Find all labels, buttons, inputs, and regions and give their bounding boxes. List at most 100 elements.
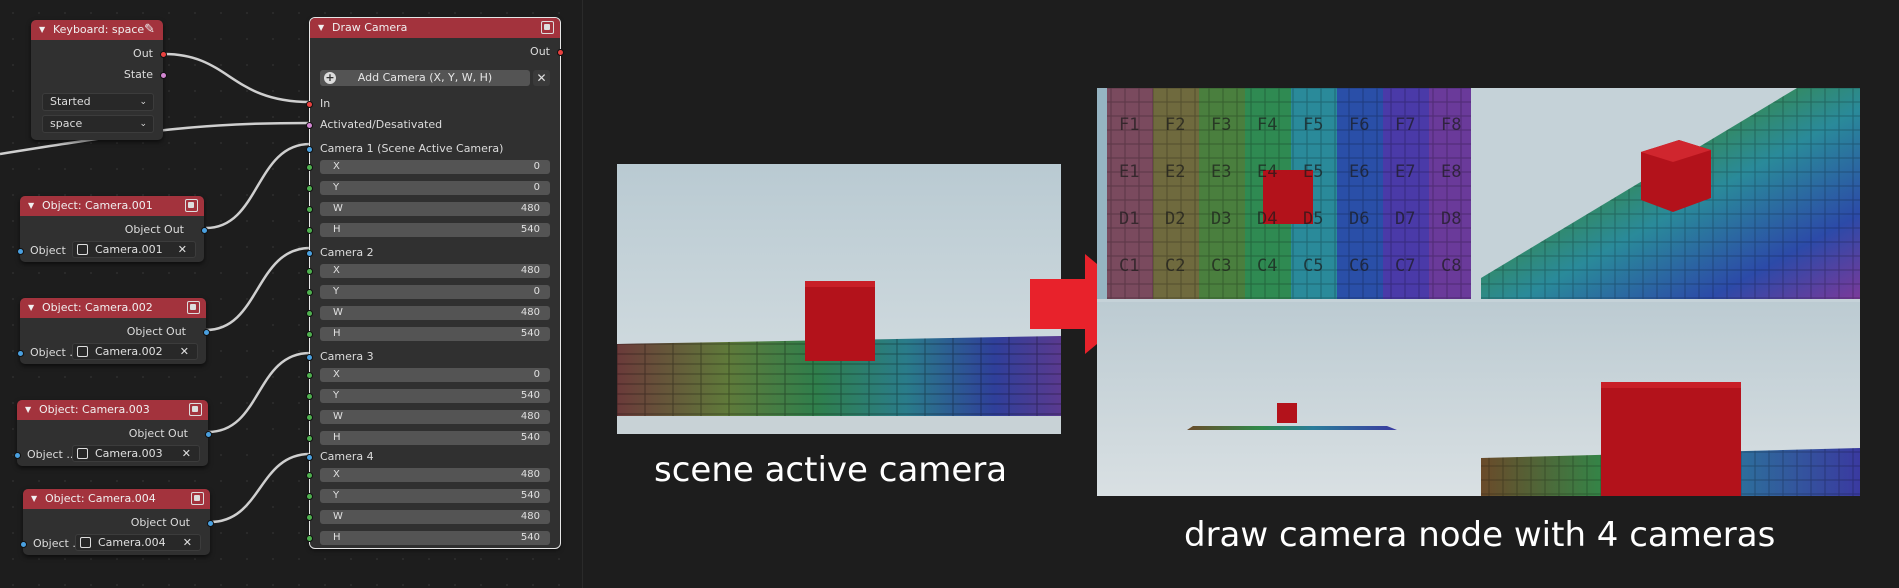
camera-object-node[interactable]: ▼ Object: Camera.004 Object Out Object .… <box>20 489 214 555</box>
camera-node-header[interactable]: ▼ Object: Camera.003 <box>17 400 208 420</box>
field-value: 540 <box>520 490 540 501</box>
field-key: X <box>333 369 340 380</box>
value-socket[interactable] <box>306 185 313 192</box>
camera-value-field[interactable]: X 480 <box>320 468 550 482</box>
camera-value-field[interactable]: Y0 <box>320 181 550 195</box>
collapse-icon[interactable]: ▼ <box>28 298 34 318</box>
value-socket[interactable] <box>306 493 313 500</box>
draw-camera-out-socket[interactable] <box>557 49 564 56</box>
value-socket[interactable] <box>306 289 313 296</box>
value-socket[interactable] <box>306 414 313 421</box>
camera-node-header[interactable]: ▼ Object: Camera.002 <box>20 298 206 318</box>
camera-value-field[interactable]: Y 540 <box>320 389 550 403</box>
value-socket[interactable] <box>306 310 313 317</box>
keyboard-node-header[interactable]: ▼ Keyboard: space ✎ <box>31 20 163 40</box>
camera-3-view <box>1097 302 1481 496</box>
object-out-socket[interactable] <box>203 329 210 336</box>
camera-value-field[interactable]: X0 <box>320 368 550 382</box>
camera-input-socket[interactable] <box>306 454 313 461</box>
camera-node-title: Object: Camera.001 <box>42 199 153 212</box>
camera-node-header[interactable]: ▼ Object: Camera.001 <box>20 196 204 216</box>
camera-object-node[interactable]: ▼ Object: Camera.003 Object Out Object .… <box>14 400 212 466</box>
value-socket[interactable] <box>306 164 313 171</box>
camera-value-field[interactable]: X0 <box>320 160 550 174</box>
draw-camera-header[interactable]: ▼ Draw Camera <box>310 18 560 38</box>
field-key: H <box>333 432 341 443</box>
keyboard-node[interactable]: ▼ Keyboard: space ✎ Out State Started ⌄ … <box>31 20 167 140</box>
add-camera-button[interactable]: + Add Camera (X, Y, W, H) <box>320 70 530 86</box>
camera-2-view <box>1481 88 1860 299</box>
camera-input-socket[interactable] <box>306 250 313 257</box>
object-field[interactable]: Camera.001 ✕ <box>72 241 196 258</box>
object-field[interactable]: Camera.003 ✕ <box>72 445 200 462</box>
key-dropdown[interactable]: space ⌄ <box>42 115 154 133</box>
value-socket[interactable] <box>306 206 313 213</box>
camera-value-field[interactable]: X 480 <box>320 264 550 278</box>
value-socket[interactable] <box>306 535 313 542</box>
value-socket[interactable] <box>306 227 313 234</box>
draw-camera-out-label: Out <box>530 45 550 58</box>
field-value: 0 <box>533 161 540 172</box>
activated-socket[interactable] <box>306 122 313 129</box>
clear-icon[interactable]: ✕ <box>178 242 187 257</box>
camera-value-field[interactable]: W 480 <box>320 510 550 524</box>
grid-label: F1 <box>1119 115 1139 135</box>
object-out-socket[interactable] <box>201 227 208 234</box>
camera-object-node[interactable]: ▼ Object: Camera.001 Object Out Object C… <box>17 196 208 262</box>
camera-value-field[interactable]: W 480 <box>320 306 550 320</box>
draw-camera-node[interactable]: ▼ Draw Camera Out + Add Camera (X, Y, W,… <box>306 17 564 549</box>
collapse-icon[interactable]: ▼ <box>25 400 31 420</box>
object-icon <box>77 448 88 459</box>
camera-value-field[interactable]: H 540 <box>320 223 550 237</box>
clear-icon[interactable]: ✕ <box>180 344 189 359</box>
camera-value-field[interactable]: H 540 <box>320 327 550 341</box>
camera-value-field[interactable]: Y0 <box>320 285 550 299</box>
camera-value-field[interactable]: H 540 <box>320 531 550 545</box>
remove-camera-button[interactable]: ✕ <box>533 70 550 86</box>
value-socket[interactable] <box>306 514 313 521</box>
camera-input-socket[interactable] <box>306 354 313 361</box>
pencil-icon[interactable]: ✎ <box>144 23 155 37</box>
object-field[interactable]: Camera.002 ✕ <box>72 343 198 360</box>
collapse-icon[interactable]: ▼ <box>28 196 34 216</box>
object-in-socket[interactable] <box>14 452 21 459</box>
collapse-icon[interactable]: ▼ <box>39 20 45 40</box>
grid-label: D3 <box>1211 209 1231 229</box>
object-out-socket[interactable] <box>205 431 212 438</box>
value-socket[interactable] <box>306 435 313 442</box>
camera-value-field[interactable]: W 480 <box>320 410 550 424</box>
camera-value-field[interactable]: H 540 <box>320 431 550 445</box>
value-socket[interactable] <box>306 331 313 338</box>
value-socket[interactable] <box>306 393 313 400</box>
object-in-socket[interactable] <box>17 248 24 255</box>
value-socket[interactable] <box>306 472 313 479</box>
object-field[interactable]: Camera.004 ✕ <box>75 534 201 551</box>
field-value: 0 <box>533 369 540 380</box>
value-socket[interactable] <box>306 372 313 379</box>
value-socket[interactable] <box>306 268 313 275</box>
camera-object-node[interactable]: ▼ Object: Camera.002 Object Out Object .… <box>17 298 210 364</box>
in-socket[interactable] <box>306 101 313 108</box>
clear-icon[interactable]: ✕ <box>183 535 192 550</box>
object-out-label: Object Out <box>128 427 188 440</box>
object-in-socket[interactable] <box>17 350 24 357</box>
state-dropdown[interactable]: Started ⌄ <box>42 93 154 111</box>
clear-icon[interactable]: ✕ <box>182 446 191 461</box>
camera-input-label: Camera 1 (Scene Active Camera) <box>320 142 504 155</box>
collapse-icon[interactable]: ▼ <box>31 489 37 509</box>
collapse-icon[interactable]: ▼ <box>318 18 324 38</box>
keyboard-state-label: State <box>123 68 153 81</box>
scene-render-image <box>617 164 1061 434</box>
object-out-socket[interactable] <box>207 520 214 527</box>
camera-input-socket[interactable] <box>306 146 313 153</box>
grid-label: F5 <box>1303 115 1323 135</box>
keyboard-state-socket[interactable] <box>160 72 167 79</box>
keyboard-out-socket[interactable] <box>160 51 167 58</box>
camera-node-header[interactable]: ▼ Object: Camera.004 <box>23 489 210 509</box>
grid-label: C8 <box>1441 256 1461 276</box>
camera-value-field[interactable]: W 480 <box>320 202 550 216</box>
object-icon <box>189 403 202 416</box>
object-in-socket[interactable] <box>20 541 27 548</box>
field-key: W <box>333 511 343 522</box>
camera-value-field[interactable]: Y 540 <box>320 489 550 503</box>
